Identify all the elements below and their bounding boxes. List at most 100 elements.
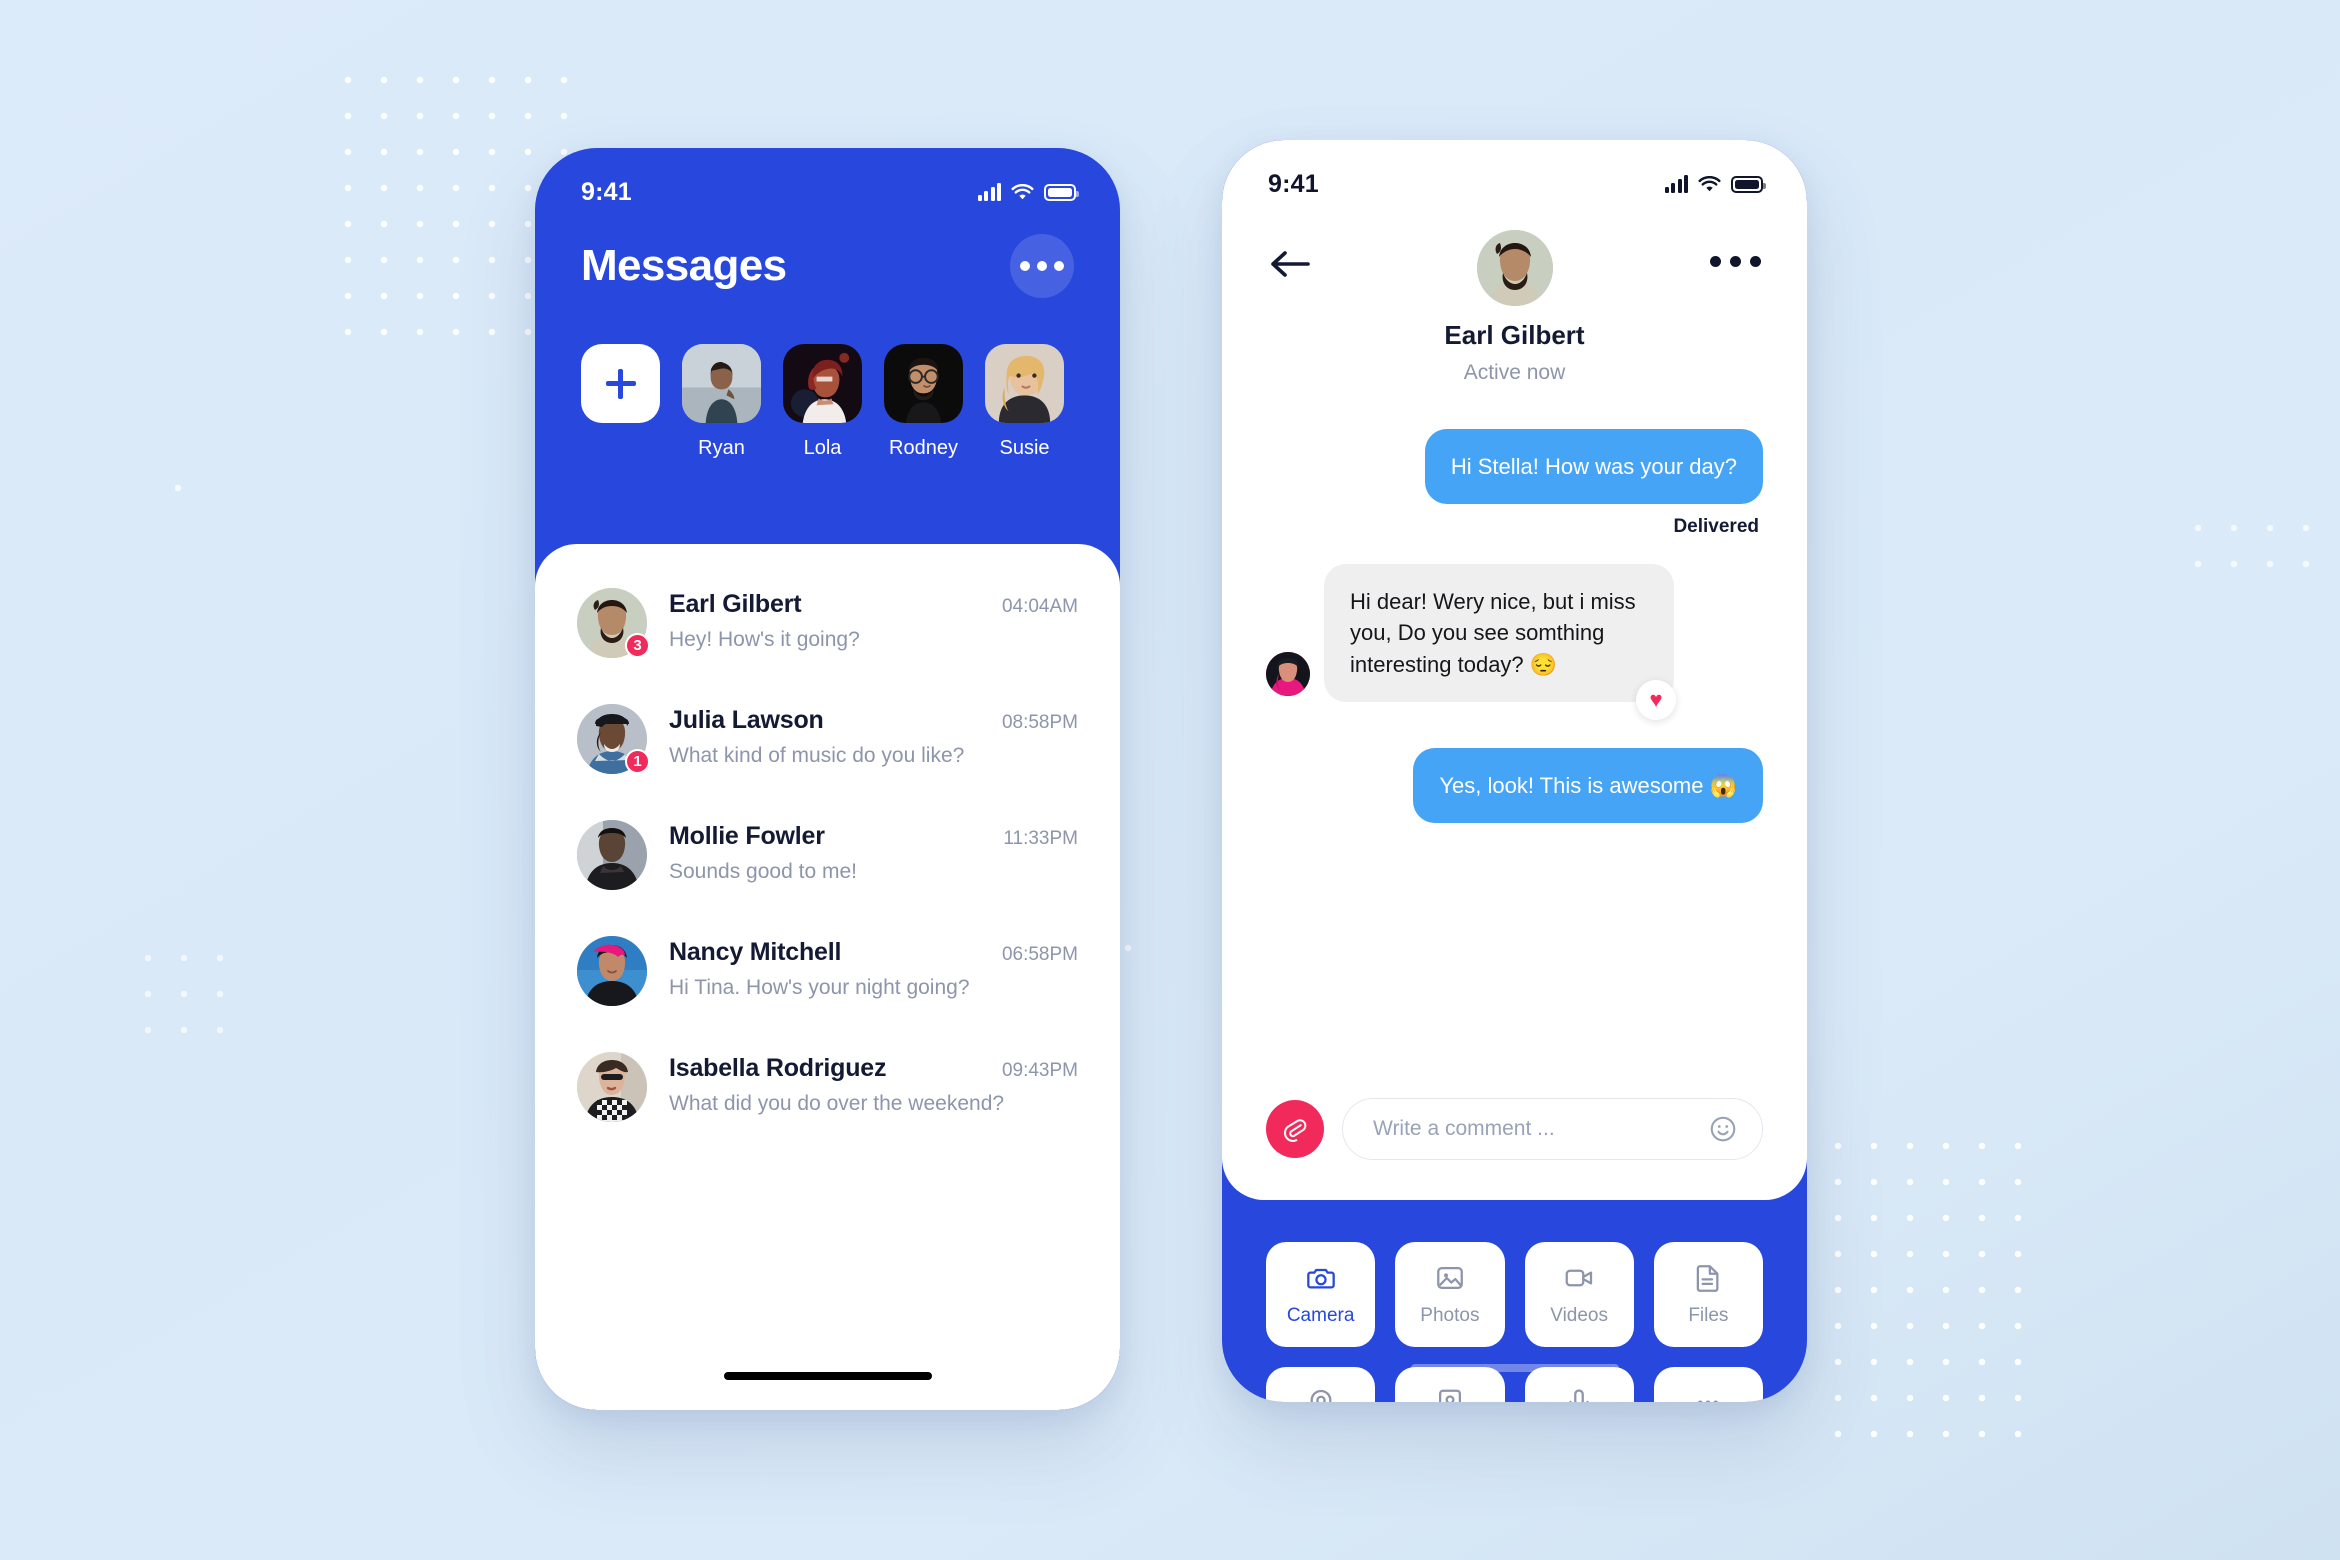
story-item-ryan[interactable]: Ryan [682, 344, 761, 460]
message-input[interactable]: Write a comment ... [1342, 1098, 1763, 1160]
file-icon [1697, 1265, 1719, 1292]
avatar[interactable] [577, 820, 647, 890]
timestamp: 09:43PM [1001, 1060, 1078, 1081]
avatar[interactable] [577, 1052, 647, 1122]
avatar[interactable] [1266, 651, 1310, 696]
avatar[interactable] [884, 344, 963, 423]
message-row-outgoing: Hi Stella! How was your day? [1266, 429, 1763, 505]
video-icon [1565, 1269, 1593, 1287]
decorative-dot-grid-right [2180, 510, 2330, 590]
timestamp: 06:58PM [1001, 944, 1078, 965]
contact-name: Earl Gilbert [669, 590, 802, 618]
attachment-camera[interactable]: Camera [1266, 1242, 1376, 1347]
attachment-audio[interactable]: Audio [1524, 1367, 1634, 1402]
decorative-dot-grid-left [130, 940, 240, 1055]
heart-reaction-icon[interactable]: ♥ [1636, 679, 1676, 720]
avatar-wrapper: 1 [577, 704, 650, 774]
paperclip-icon[interactable] [1266, 1100, 1324, 1158]
more-options-icon[interactable] [1710, 256, 1761, 267]
contact-status: Active now [1463, 361, 1566, 384]
conversation-row[interactable]: 1 Julia Lawson 08:58PM What kind of musi… [535, 704, 1120, 774]
conversation-top: Nancy Mitchell 06:58PM [669, 938, 1078, 967]
avatar-wrapper [577, 936, 647, 1006]
conversation-body: Julia Lawson 08:58PM What kind of music … [669, 704, 1078, 768]
message-composer: Write a comment ... [1222, 1098, 1807, 1200]
stories-row[interactable]: Ryan Lola Rodney Susie [535, 298, 1120, 460]
status-time: 9:41 [581, 177, 632, 206]
unread-badge: 1 [625, 749, 650, 774]
messages-header: Messages [535, 218, 1120, 298]
avatar[interactable] [577, 936, 647, 1006]
message-preview: Hi Tina. How's your night going? [669, 976, 970, 999]
conversation-top: Mollie Fowler 11:33PM [669, 822, 1078, 851]
story-label: Ryan [698, 437, 745, 459]
smiley-icon[interactable] [1708, 1114, 1738, 1144]
story-add-new[interactable] [581, 344, 660, 423]
conversation-body: Nancy Mitchell 06:58PM Hi Tina. How's yo… [669, 936, 1078, 1000]
attachment-locations[interactable]: Locations [1266, 1367, 1376, 1402]
delivery-status: Delivered [1673, 516, 1759, 538]
conversation-list: 3 Earl Gilbert 04:04AM Hey! How's it goi… [535, 544, 1120, 1410]
avatar[interactable] [682, 344, 761, 423]
ellipsis-icon [1698, 1400, 1719, 1402]
message-preview: Sounds good to me! [669, 860, 857, 883]
status-icons [977, 183, 1079, 201]
message-text: Hi dear! Wery nice, but i miss you, Do y… [1350, 589, 1636, 677]
message-bubble[interactable]: Hi dear! Wery nice, but i miss you, Do y… [1324, 564, 1676, 720]
image-icon [1437, 1266, 1463, 1290]
attachment-photos[interactable]: Photos [1395, 1242, 1505, 1347]
attachment-more[interactable]: More [1653, 1367, 1763, 1402]
conversation-top: Earl Gilbert 04:04AM [669, 590, 1078, 619]
attachment-grid: Camera Photos Videos Files [1266, 1242, 1763, 1402]
conversation-row[interactable]: Mollie Fowler 11:33PM Sounds good to me! [535, 820, 1120, 890]
attachment-label: Videos [1550, 1305, 1608, 1326]
attachment-videos[interactable]: Videos [1524, 1242, 1634, 1347]
avatar[interactable] [783, 344, 862, 423]
message-preview: Hey! How's it going? [669, 628, 860, 651]
avatar-wrapper [577, 1052, 647, 1122]
home-indicator [723, 1372, 932, 1380]
avatar-wrapper [577, 820, 647, 890]
plus-icon[interactable] [581, 344, 660, 423]
attachment-contacts[interactable]: Contacts [1395, 1367, 1505, 1402]
signal-bars-icon [977, 183, 1001, 201]
page-title: Messages [581, 241, 787, 290]
back-arrow-icon[interactable] [1268, 248, 1312, 280]
conversation-body: Mollie Fowler 11:33PM Sounds good to me! [669, 820, 1078, 884]
conversation-top: Isabella Rodriguez 09:43PM [669, 1054, 1078, 1083]
battery-icon [1731, 175, 1766, 193]
microphone-icon [1569, 1389, 1589, 1402]
attachment-files[interactable]: Files [1653, 1242, 1763, 1347]
contact-name: Julia Lawson [669, 706, 824, 734]
decorative-dot-accent-b [160, 470, 200, 510]
contact-name: Nancy Mitchell [669, 938, 842, 966]
status-icons [1664, 175, 1766, 193]
messages-phone-mockup: 9:41 Messages Ryan Lola Rodney Susie 3 E… [535, 148, 1120, 1410]
conversation-body: Isabella Rodriguez 09:43PM What did you … [669, 1052, 1078, 1116]
avatar[interactable] [1476, 230, 1553, 306]
message-bubble[interactable]: Yes, look! This is awesome 😱 [1413, 747, 1763, 824]
more-options-icon[interactable] [1010, 234, 1074, 298]
input-placeholder: Write a comment ... [1373, 1117, 1555, 1140]
message-row-incoming: Hi dear! Wery nice, but i miss you, Do y… [1266, 564, 1763, 720]
chat-panel: 9:41 Earl Gilbert Active now Hi Stella! … [1222, 140, 1807, 1200]
story-label: Rodney [889, 437, 958, 459]
conversation-row[interactable]: Isabella Rodriguez 09:43PM What did you … [535, 1052, 1120, 1122]
attachment-label: Files [1688, 1305, 1729, 1326]
wifi-icon [1698, 175, 1721, 191]
chat-phone-mockup: 9:41 Earl Gilbert Active now Hi Stella! … [1222, 140, 1807, 1402]
message-bubble[interactable]: Hi Stella! How was your day? [1424, 429, 1763, 505]
story-item-lola[interactable]: Lola [783, 344, 862, 460]
timestamp: 08:58PM [1001, 712, 1078, 733]
status-bar: 9:41 [535, 148, 1120, 218]
message-preview: What did you do over the weekend? [669, 1092, 1005, 1115]
conversation-row[interactable]: Nancy Mitchell 06:58PM Hi Tina. How's yo… [535, 936, 1120, 1006]
avatar[interactable] [985, 344, 1064, 423]
message-thread: Hi Stella! How was your day? Delivered H… [1222, 385, 1807, 1098]
story-label: Susie [999, 437, 1050, 459]
home-indicator [1410, 1364, 1619, 1372]
story-item-susie[interactable]: Susie [985, 344, 1064, 460]
status-bar: 9:41 [1222, 140, 1807, 210]
story-item-rodney[interactable]: Rodney [884, 344, 963, 460]
conversation-row[interactable]: 3 Earl Gilbert 04:04AM Hey! How's it goi… [535, 588, 1120, 658]
